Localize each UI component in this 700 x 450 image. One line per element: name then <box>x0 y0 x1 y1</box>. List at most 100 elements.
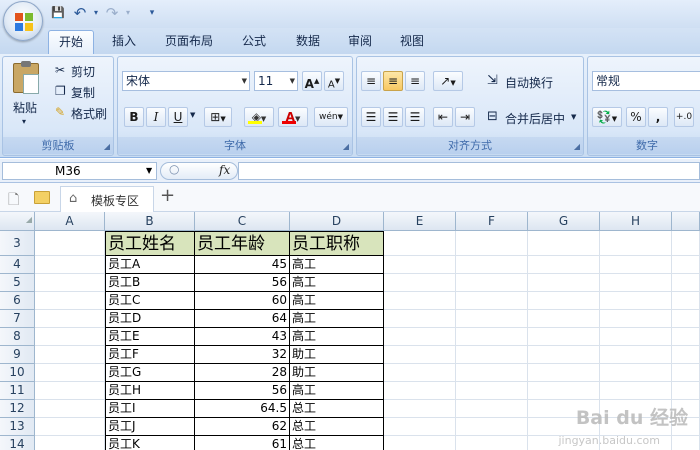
grow-font-button[interactable]: A▲ <box>302 71 322 91</box>
name-box-dropdown-icon[interactable]: ▼ <box>146 163 152 179</box>
font-launcher-icon[interactable]: ◢ <box>343 142 349 151</box>
shrink-font-button[interactable]: A▼ <box>324 71 344 91</box>
empty-cell[interactable] <box>35 400 105 418</box>
table-cell[interactable]: 62 <box>195 418 290 436</box>
empty-cell[interactable] <box>600 328 672 346</box>
table-cell[interactable]: 28 <box>195 364 290 382</box>
empty-cell[interactable] <box>456 328 528 346</box>
empty-cell[interactable] <box>384 274 456 292</box>
empty-cell[interactable] <box>35 418 105 436</box>
font-size-select[interactable]: 11 ▼ <box>254 71 298 91</box>
empty-cell[interactable] <box>672 364 700 382</box>
empty-cell[interactable] <box>384 292 456 310</box>
underline-dropdown-icon[interactable]: ▼ <box>190 111 195 119</box>
empty-cell[interactable] <box>672 310 700 328</box>
empty-cell[interactable] <box>384 310 456 328</box>
table-cell[interactable]: 员工A <box>105 256 195 274</box>
empty-cell[interactable] <box>384 328 456 346</box>
empty-cell[interactable] <box>384 436 456 450</box>
empty-cell[interactable] <box>456 292 528 310</box>
table-cell[interactable]: 员工K <box>105 436 195 450</box>
paste-icon[interactable] <box>13 61 39 94</box>
tab-home[interactable]: 开始 <box>48 30 94 54</box>
empty-cell[interactable] <box>35 346 105 364</box>
folder-icon[interactable] <box>34 191 50 204</box>
cut-button[interactable]: 剪切 <box>71 63 95 80</box>
empty-cell[interactable] <box>35 292 105 310</box>
table-cell[interactable]: 高工 <box>290 382 384 400</box>
italic-button[interactable]: I <box>146 107 166 127</box>
row-header[interactable]: 11 <box>0 382 35 400</box>
undo-dropdown-icon[interactable]: ▾ <box>88 5 104 21</box>
empty-cell[interactable] <box>35 328 105 346</box>
empty-cell[interactable] <box>672 256 700 274</box>
empty-cell[interactable] <box>35 256 105 274</box>
border-button[interactable]: ⊞▼ <box>204 107 232 127</box>
row-header[interactable]: 3 <box>0 231 35 256</box>
table-cell[interactable]: 总工 <box>290 400 384 418</box>
empty-cell[interactable] <box>528 274 600 292</box>
column-header[interactable]: A <box>35 212 105 231</box>
tab-review[interactable]: 审阅 <box>338 30 382 54</box>
empty-cell[interactable] <box>456 256 528 274</box>
empty-cell[interactable] <box>600 274 672 292</box>
table-cell[interactable]: 高工 <box>290 256 384 274</box>
empty-cell[interactable] <box>672 346 700 364</box>
row-header[interactable]: 6 <box>0 292 35 310</box>
redo-dropdown-icon[interactable]: ▾ <box>120 5 136 21</box>
empty-cell[interactable] <box>35 382 105 400</box>
table-cell[interactable]: 助工 <box>290 364 384 382</box>
empty-cell[interactable] <box>456 274 528 292</box>
empty-cell[interactable] <box>35 364 105 382</box>
table-cell[interactable]: 56 <box>195 274 290 292</box>
table-cell[interactable]: 64 <box>195 310 290 328</box>
column-header[interactable]: C <box>195 212 290 231</box>
column-header[interactable]: F <box>456 212 528 231</box>
undo-icon[interactable]: ↶ <box>72 5 88 21</box>
new-file-icon[interactable]: 🗋 <box>8 189 19 213</box>
align-right-button[interactable]: ☰ <box>405 107 425 127</box>
empty-cell[interactable] <box>528 292 600 310</box>
empty-cell[interactable] <box>384 418 456 436</box>
row-header[interactable]: 13 <box>0 418 35 436</box>
handle-icon[interactable]: ○ <box>169 162 179 176</box>
align-middle-button[interactable]: ≡ <box>383 71 403 91</box>
empty-cell[interactable] <box>528 328 600 346</box>
paste-button[interactable]: 粘贴 <box>13 99 37 116</box>
empty-cell[interactable] <box>672 231 700 256</box>
empty-cell[interactable] <box>672 436 700 450</box>
table-cell[interactable]: 高工 <box>290 274 384 292</box>
empty-cell[interactable] <box>528 382 600 400</box>
align-center-button[interactable]: ☰ <box>383 107 403 127</box>
increase-decimal-button[interactable]: +.0 <box>674 107 694 127</box>
empty-cell[interactable] <box>384 256 456 274</box>
empty-cell[interactable] <box>35 274 105 292</box>
empty-cell[interactable] <box>384 231 456 256</box>
empty-cell[interactable] <box>600 231 672 256</box>
table-cell[interactable]: 员工C <box>105 292 195 310</box>
empty-cell[interactable] <box>528 256 600 274</box>
empty-cell[interactable] <box>600 346 672 364</box>
table-cell[interactable]: 60 <box>195 292 290 310</box>
row-header[interactable]: 14 <box>0 436 35 450</box>
table-header-cell[interactable]: 员工职称 <box>290 231 384 256</box>
percent-button[interactable]: % <box>626 107 646 127</box>
empty-cell[interactable] <box>528 364 600 382</box>
table-header-cell[interactable]: 员工姓名 <box>105 231 195 256</box>
empty-cell[interactable] <box>672 292 700 310</box>
accounting-format-button[interactable]: 💱▼ <box>592 107 622 127</box>
empty-cell[interactable] <box>456 310 528 328</box>
table-cell[interactable]: 高工 <box>290 292 384 310</box>
office-button[interactable] <box>3 1 43 41</box>
column-header[interactable]: B <box>105 212 195 231</box>
table-cell[interactable]: 员工I <box>105 400 195 418</box>
table-cell[interactable]: 员工D <box>105 310 195 328</box>
tab-insert[interactable]: 插入 <box>102 30 146 54</box>
align-top-button[interactable]: ≡ <box>361 71 381 91</box>
table-cell[interactable]: 总工 <box>290 436 384 450</box>
empty-cell[interactable] <box>456 231 528 256</box>
table-cell[interactable]: 员工G <box>105 364 195 382</box>
format-painter-button[interactable]: 格式刷 <box>71 105 107 122</box>
number-format-select[interactable]: 常规 <box>592 71 700 91</box>
add-tab-button[interactable]: + <box>160 185 175 206</box>
